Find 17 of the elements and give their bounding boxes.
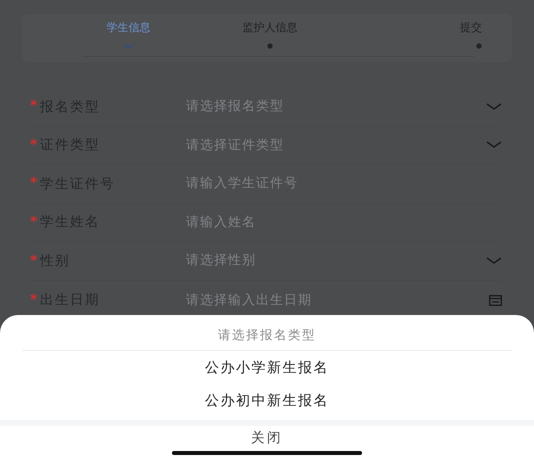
input-field[interactable]: 请选择性别 xyxy=(186,251,486,271)
required-mark: * xyxy=(30,174,38,194)
required-mark: * xyxy=(30,97,38,116)
required-mark: * xyxy=(30,252,38,271)
input-field[interactable]: 请输入学生证件号 xyxy=(186,174,502,194)
input-field[interactable]: 请选择报名类型 xyxy=(186,97,486,117)
sheet-option[interactable]: 公办小学新生报名 xyxy=(0,351,534,384)
close-button[interactable]: 关闭 xyxy=(0,426,534,448)
input-field[interactable]: 请选择输入出生日期 xyxy=(186,290,489,310)
sheet-title: 请选择报名类型 xyxy=(22,315,512,351)
step-label[interactable]: 学生信息 xyxy=(106,20,151,36)
input-field[interactable]: 请输入姓名 xyxy=(186,212,502,232)
required-mark: * xyxy=(30,290,38,310)
sheet-option[interactable]: 公办初中新生报名 xyxy=(0,384,534,417)
input-field[interactable]: 请选择证件类型 xyxy=(186,136,486,156)
required-mark: * xyxy=(30,136,38,155)
required-mark: * xyxy=(30,213,38,232)
